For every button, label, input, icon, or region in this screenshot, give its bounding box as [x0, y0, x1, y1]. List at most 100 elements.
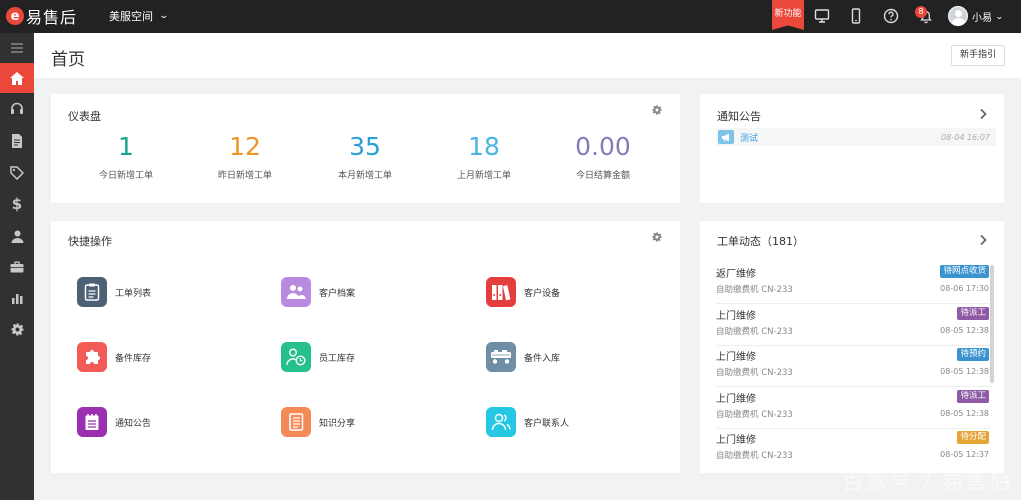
user-clock-icon	[281, 342, 311, 372]
ticket-time: 08-05 12:38	[940, 367, 989, 376]
briefcase-icon	[10, 261, 24, 273]
new-feature-ribbon[interactable]: 新功能	[772, 0, 804, 30]
stat-yesterday-new[interactable]: 12 昨日新增工单	[185, 132, 305, 181]
ticket-item[interactable]: 上门维修 自助缴费机 CN-233 待派工 08-05 12:38	[716, 304, 990, 346]
status-badge: 待网点收货	[940, 265, 989, 278]
bar-chart-icon	[11, 294, 22, 304]
quick-action-staff-stock[interactable]: 员工库存	[281, 342, 355, 372]
tag-icon	[10, 166, 24, 180]
ticket-device: 自助缴费机 CN-233	[716, 285, 793, 295]
stat-today-new[interactable]: 1 今日新增工单	[66, 132, 186, 181]
ticket-time: 08-05 12:38	[940, 409, 989, 418]
gear-icon[interactable]	[652, 232, 662, 242]
sidebar-item-orders[interactable]	[0, 126, 34, 156]
stat-value: 0.00	[575, 132, 631, 161]
notice-item[interactable]: 测试 08-04 16:07	[716, 128, 996, 146]
person-icon	[11, 230, 23, 243]
users-icon	[281, 277, 311, 307]
stat-month-new[interactable]: 35 本月新增工单	[305, 132, 425, 181]
chevron-down-icon: ⌄	[994, 11, 1004, 21]
quick-actions-card: 快捷操作 工单列表 客户档案 客户设备 备件库存 员工库存 备件入库 通知公告 …	[51, 221, 680, 473]
quick-action-label: 客户联系人	[524, 418, 570, 429]
notice-time: 08-04 16:07	[941, 132, 990, 142]
stat-label: 上月新增工单	[456, 171, 511, 181]
watermark: 百家号 / 易售后	[842, 470, 1014, 495]
space-selector[interactable]: 美服空间 ⌄	[109, 8, 170, 24]
notice-text: 测试	[740, 133, 759, 144]
stat-value: 18	[468, 132, 500, 161]
sidebar: $	[0, 33, 34, 500]
status-badge: 待预约	[957, 348, 989, 361]
stat-last-month-new[interactable]: 18 上月新增工单	[424, 132, 544, 181]
menu-icon	[11, 43, 23, 53]
stat-today-settlement[interactable]: 0.00 今日结算金额	[543, 132, 663, 181]
quick-action-label: 客户档案	[319, 288, 356, 299]
stat-label: 今日新增工单	[98, 171, 153, 181]
sidebar-item-finance[interactable]: $	[0, 189, 34, 219]
book-icon	[281, 407, 311, 437]
puzzle-icon	[77, 342, 107, 372]
user-menu[interactable]: 小易 ⌄	[948, 6, 1004, 26]
stat-value: 35	[349, 132, 381, 161]
sidebar-item-service[interactable]	[0, 94, 34, 124]
stat-value: 12	[229, 132, 261, 161]
quick-action-label: 员工库存	[319, 353, 356, 364]
ticket-title: 上门维修	[716, 352, 756, 363]
top-bar: e 易售后 美服空间 ⌄ 新功能 8 小易 ⌄	[0, 0, 1021, 33]
notification-badge: 8	[915, 6, 927, 18]
avatar	[948, 6, 968, 26]
quick-action-label: 工单列表	[115, 288, 152, 299]
clipboard-icon	[77, 277, 107, 307]
monitor-icon[interactable]	[814, 8, 830, 24]
ticket-item[interactable]: 上门维修 自助缴费机 CN-233 待派工 08-05 12:38	[716, 387, 990, 429]
sidebar-item-inventory[interactable]	[0, 252, 34, 282]
truck-icon	[486, 342, 516, 372]
sidebar-menu-toggle[interactable]	[0, 33, 34, 63]
document-icon	[12, 134, 22, 148]
quick-action-customer-devices[interactable]: 客户设备	[486, 277, 560, 307]
help-icon[interactable]	[883, 8, 899, 24]
quick-action-parts-stock[interactable]: 备件库存	[77, 342, 151, 372]
sidebar-item-tags[interactable]	[0, 158, 34, 188]
dashboard-card: 仪表盘 1 今日新增工单 12 昨日新增工单 35 本月新增工单 18 上月新增…	[51, 94, 680, 203]
quick-action-knowledge[interactable]: 知识分享	[281, 407, 355, 437]
status-badge: 待派工	[957, 307, 989, 320]
notepad-icon	[77, 407, 107, 437]
ticket-item[interactable]: 返厂维修 自助缴费机 CN-233 待网点收货 08-06 17:30	[716, 262, 990, 304]
tickets-scrollbar[interactable]	[990, 265, 994, 383]
mobile-icon[interactable]	[848, 8, 864, 24]
chevron-right-icon[interactable]	[978, 234, 988, 246]
chevron-down-icon: ⌄	[158, 11, 170, 21]
quick-action-work-orders[interactable]: 工单列表	[77, 277, 151, 307]
logo-text: 易售后	[26, 8, 78, 27]
headset-icon	[11, 102, 23, 114]
binders-icon	[486, 277, 516, 307]
quick-action-customer-files[interactable]: 客户档案	[281, 277, 355, 307]
gear-icon[interactable]	[652, 105, 662, 115]
ticket-time: 08-05 12:38	[940, 326, 989, 335]
beginner-guide-button[interactable]: 新手指引	[951, 45, 1005, 66]
chevron-right-icon[interactable]	[978, 108, 988, 120]
stat-label: 昨日新增工单	[217, 171, 272, 181]
sidebar-item-settings[interactable]	[0, 314, 34, 344]
quick-action-label: 备件库存	[115, 353, 152, 364]
sidebar-item-reports[interactable]	[0, 283, 34, 313]
quick-action-label: 客户设备	[524, 288, 561, 299]
megaphone-icon	[718, 130, 734, 144]
home-icon	[10, 71, 24, 85]
notices-card: 通知公告 测试 08-04 16:07	[700, 94, 1004, 203]
ticket-device: 自助缴费机 CN-233	[716, 410, 793, 420]
quick-action-parts-inbound[interactable]: 备件入库	[486, 342, 560, 372]
ticket-item[interactable]: 上门维修 自助缴费机 CN-233 待预约 08-05 12:38	[716, 345, 990, 387]
stat-label: 本月新增工单	[337, 171, 392, 181]
ticket-title: 上门维修	[716, 435, 756, 446]
quick-action-notices[interactable]: 通知公告	[77, 407, 151, 437]
tickets-title: 工单动态（181）	[717, 235, 804, 248]
sidebar-item-home[interactable]	[0, 63, 34, 93]
status-badge: 待分配	[957, 431, 989, 444]
sidebar-item-users[interactable]	[0, 221, 34, 251]
quick-action-contacts[interactable]: 客户联系人	[486, 407, 569, 437]
logo[interactable]: e 易售后	[6, 5, 77, 27]
dollar-icon: $	[11, 195, 23, 213]
contacts-icon	[486, 407, 516, 437]
